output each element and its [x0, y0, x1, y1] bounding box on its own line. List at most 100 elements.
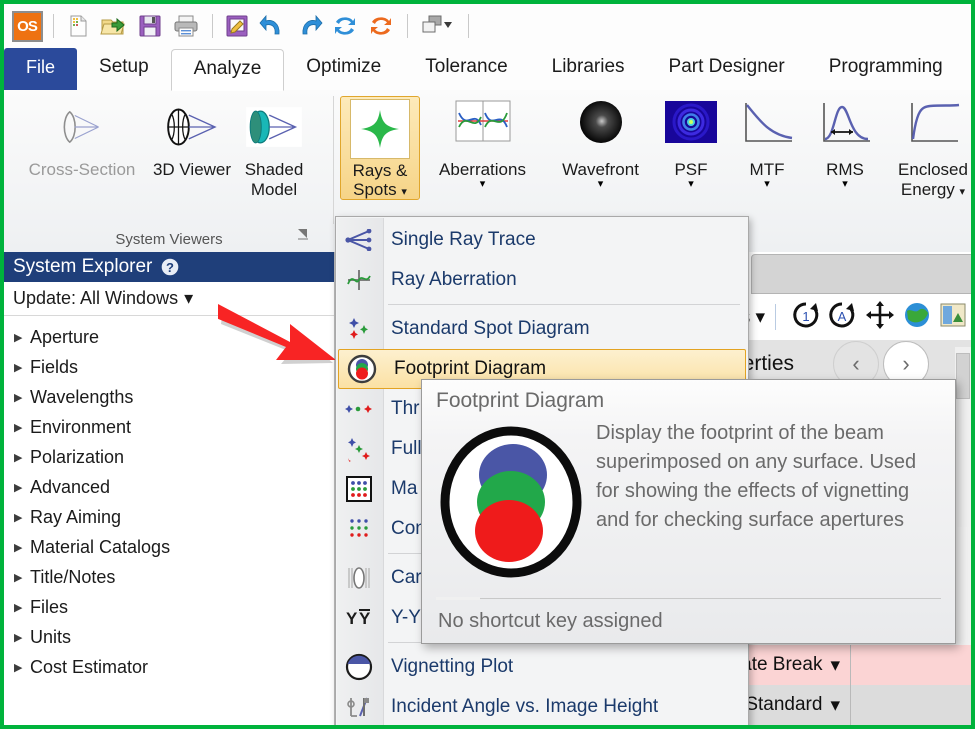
expand-triangle-icon[interactable]: ▶ — [14, 601, 30, 614]
svg-text:1: 1 — [802, 309, 809, 324]
aberrations-button[interactable]: Aberrations ▾ — [425, 96, 540, 190]
system-explorer-title-bar: System Explorer ? — [4, 252, 334, 282]
expand-triangle-icon[interactable]: ▶ — [14, 661, 30, 674]
ribbon-group-label-system-viewers: System Viewers — [115, 231, 223, 248]
sidebar-item-ray-aiming[interactable]: ▶ Ray Aiming — [4, 502, 334, 532]
rms-button[interactable]: RMS ▾ — [807, 96, 883, 190]
chevron-down-icon[interactable]: ▾ — [960, 186, 966, 198]
sidebar-item-wavelengths[interactable]: ▶ Wavelengths — [4, 382, 334, 412]
rays-and-spots-button[interactable]: Rays & Spots ▾ — [340, 96, 420, 200]
menu-item-vignetting-plot[interactable]: Vignetting Plot — [336, 647, 748, 687]
document-tab[interactable] — [751, 254, 971, 294]
menu-item-standard-spot-diagram[interactable]: Standard Spot Diagram — [336, 309, 748, 349]
refresh-orange-icon[interactable] — [364, 9, 398, 43]
sidebar-item-files[interactable]: ▶ Files — [4, 592, 334, 622]
menu-item-label: Thr — [391, 398, 420, 419]
sidebar-item-label: Files — [30, 596, 69, 617]
opticstudio-window: OS File Setup Analyze Optimize Tolerance… — [0, 0, 975, 729]
menu-item-incident-angle-vs-image-height[interactable]: Incident Angle vs. Image Height — [336, 687, 748, 725]
new-file-icon[interactable] — [61, 9, 95, 43]
menu-item-label: Footprint Diagram — [394, 358, 547, 379]
sidebar-item-label: Units — [30, 626, 72, 647]
dialog-launcher-icon[interactable] — [296, 227, 310, 246]
incident-angle-icon — [336, 687, 382, 725]
mtf-button[interactable]: MTF ▾ — [729, 96, 805, 190]
sidebar-item-units[interactable]: ▶ Units — [4, 622, 334, 652]
expand-triangle-icon[interactable]: ▶ — [14, 571, 30, 584]
menu-item-label: Vignetting Plot — [391, 656, 514, 677]
expand-triangle-icon[interactable]: ▶ — [14, 511, 30, 524]
sidebar-item-label: Cost Estimator — [30, 656, 149, 677]
expand-triangle-icon[interactable]: ▶ — [14, 421, 30, 434]
sidebar-item-polarization[interactable]: ▶ Polarization — [4, 442, 334, 472]
menu-item-label: Standard Spot Diagram — [391, 318, 590, 339]
tab-optimize[interactable]: Optimize — [284, 48, 403, 90]
tab-libraries[interactable]: Libraries — [530, 48, 647, 90]
globe-icon[interactable] — [903, 301, 931, 334]
quick-access-toolbar: OS — [4, 4, 971, 48]
print-icon[interactable] — [169, 9, 203, 43]
expand-triangle-icon[interactable]: ▶ — [14, 331, 30, 344]
sidebar-item-cost-estimator[interactable]: ▶ Cost Estimator — [4, 652, 334, 682]
expand-triangle-icon[interactable]: ▶ — [14, 631, 30, 644]
chevron-down-icon[interactable]: ▾ — [184, 288, 193, 309]
image-icon[interactable] — [939, 302, 967, 333]
y-ybar-icon: Y Y — [336, 598, 382, 638]
open-file-icon[interactable] — [97, 9, 131, 43]
matrix-spot-icon — [336, 469, 382, 509]
sidebar-item-label: Title/Notes — [30, 566, 116, 587]
scrollbar-thumb[interactable] — [956, 353, 970, 399]
table-cell[interactable] — [851, 645, 971, 685]
psf-button[interactable]: PSF ▾ — [655, 96, 727, 190]
chevron-down-icon[interactable]: ▾ — [688, 179, 694, 190]
enclosed-energy-button[interactable]: Enclosed Energy ▾ — [883, 96, 971, 200]
chevron-down-icon[interactable]: ▾ — [830, 654, 840, 677]
cardinal-points-icon — [336, 558, 382, 598]
expand-triangle-icon[interactable]: ▶ — [14, 541, 30, 554]
save-icon[interactable] — [133, 9, 167, 43]
lens-outline-icon — [51, 96, 113, 158]
refresh-blue-icon[interactable] — [328, 9, 362, 43]
shaded-model-button[interactable]: Shaded Model — [228, 96, 320, 200]
expand-triangle-icon[interactable]: ▶ — [14, 451, 30, 464]
sidebar-item-title-notes[interactable]: ▶ Title/Notes — [4, 562, 334, 592]
configuration-1-icon[interactable]: 1 — [791, 300, 821, 335]
expand-triangle-icon[interactable]: ▶ — [14, 391, 30, 404]
chevron-down-icon[interactable]: ▾ — [598, 179, 604, 190]
help-question-icon[interactable]: ? — [160, 257, 181, 277]
menu-item-single-ray-trace[interactable]: Single Ray Trace — [336, 220, 748, 260]
chevron-down-icon[interactable]: ▾ — [830, 694, 840, 717]
move-crosshair-icon[interactable] — [865, 300, 895, 335]
sidebar-item-environment[interactable]: ▶ Environment — [4, 412, 334, 442]
expand-triangle-icon[interactable]: ▶ — [14, 481, 30, 494]
tab-programming[interactable]: Programming — [807, 48, 965, 90]
menu-item-label: Incident Angle vs. Image Height — [391, 696, 659, 717]
chevron-down-icon[interactable]: ▾ — [756, 307, 766, 328]
tab-tolerance[interactable]: Tolerance — [403, 48, 529, 90]
tab-part-designer[interactable]: Part Designer — [647, 48, 807, 90]
chevron-down-icon[interactable]: ▾ — [764, 179, 770, 190]
save-as-icon[interactable] — [220, 9, 254, 43]
configuration-all-icon[interactable]: A — [827, 300, 857, 335]
redo-icon[interactable] — [292, 9, 326, 43]
logo-text: OS — [11, 10, 43, 42]
table-cell[interactable] — [851, 685, 971, 725]
sidebar-item-advanced[interactable]: ▶ Advanced — [4, 472, 334, 502]
opticstudio-logo-icon[interactable]: OS — [10, 9, 44, 43]
undo-icon[interactable] — [256, 9, 290, 43]
psf-rings-icon — [660, 96, 722, 158]
sidebar-item-material-catalogs[interactable]: ▶ Material Catalogs — [4, 532, 334, 562]
vertical-scrollbar[interactable] — [955, 347, 971, 527]
chevron-down-icon[interactable]: ▾ — [842, 179, 848, 190]
tab-analyze[interactable]: Analyze — [170, 49, 285, 91]
tab-file[interactable]: File — [4, 48, 78, 90]
expand-triangle-icon[interactable]: ▶ — [14, 361, 30, 374]
menu-item-ray-aberration[interactable]: Ray Aberration — [336, 260, 748, 300]
chevron-down-icon[interactable]: ▾ — [401, 186, 407, 198]
window-arrange-icon[interactable] — [415, 9, 459, 43]
wavefront-button[interactable]: Wavefront ▾ — [543, 96, 658, 190]
3d-viewer-button[interactable]: 3D Viewer — [150, 96, 234, 180]
cross-section-button[interactable]: Cross-Section — [12, 96, 152, 180]
chevron-down-icon[interactable]: ▾ — [480, 179, 486, 190]
tab-setup[interactable]: Setup — [77, 48, 171, 90]
